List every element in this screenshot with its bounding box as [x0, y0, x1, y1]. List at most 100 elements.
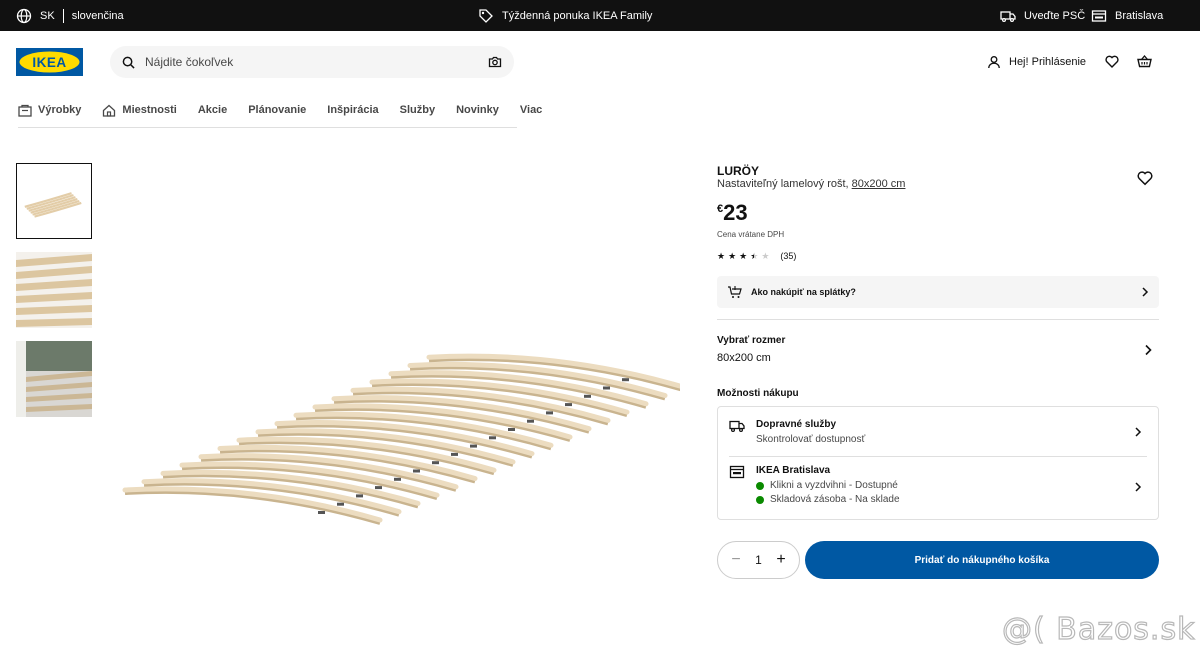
quantity-stepper: − 1 + — [717, 541, 800, 579]
nav-item-inspiracia[interactable]: Inšpirácia — [327, 100, 378, 120]
cart-basket-icon[interactable] — [1137, 55, 1152, 68]
nav-item-novinky[interactable]: Novinky — [456, 100, 499, 120]
add-to-cart-button[interactable]: Pridať do nákupného košíka — [805, 541, 1159, 579]
nav-item-planovanie[interactable]: Plánovanie — [248, 100, 306, 120]
nav-label: Akcie — [197, 104, 228, 116]
installment-text: Ako nakúpiť na splátky? — [751, 287, 856, 297]
rating-stars: ★ ★ ★ ★ ★ — [717, 250, 770, 261]
slat-holder — [375, 486, 382, 490]
search-input[interactable]: Nájdite čokoľvek — [145, 55, 488, 69]
slat-holder — [394, 477, 401, 481]
slat-holder — [546, 411, 553, 415]
tag-icon — [479, 8, 493, 23]
slat-holder — [356, 494, 363, 498]
bazos-watermark: @( Bazos.sk — [1001, 611, 1196, 647]
price-value: 23 — [723, 200, 748, 225]
slat-holder — [413, 469, 420, 473]
slat-holder — [470, 444, 477, 448]
nav-item-miestnosti[interactable]: Miestnosti — [102, 100, 177, 120]
available-dot — [756, 481, 764, 490]
product-price: € 23 — [717, 200, 748, 226]
nav-label: Miestnosti — [122, 104, 177, 116]
stock-text: Skladová zásoba - Na sklade — [770, 494, 900, 505]
family-promo-link[interactable]: Týždenná ponuka IKEA Family — [478, 0, 652, 31]
purchase-options-box: Dopravné služby Skontrolovať dostupnosť … — [717, 406, 1159, 520]
top-bar: SK slovenčina Týždenná ponuka IKEA Famil… — [0, 0, 1200, 31]
search-icon — [122, 56, 135, 69]
add-to-cart-label: Pridať do nákupného košíka — [914, 554, 1050, 566]
camera-icon[interactable] — [488, 55, 502, 69]
size-chevron-right-icon[interactable] — [1143, 344, 1153, 356]
slat-holder — [565, 403, 572, 407]
quantity-decrease-button[interactable]: − — [728, 552, 744, 568]
product-main-image[interactable] — [110, 345, 680, 545]
main-nav: Výrobky Miestnosti Akcie Plánovanie Inšp… — [18, 100, 542, 128]
slat-holder — [432, 461, 439, 465]
promo-text: Týždenná ponuka IKEA Family — [502, 9, 653, 22]
postcode-button[interactable]: Uveďte PSČ — [1000, 0, 1085, 31]
in-stock-dot — [756, 495, 764, 504]
slat-holder — [584, 394, 591, 398]
user-icon — [988, 56, 1000, 69]
store-option-title: IKEA Bratislava — [756, 465, 831, 476]
nav-label: Novinky — [456, 104, 499, 116]
thumbnail-1-selected[interactable] — [16, 163, 92, 239]
nav-item-vyrobky[interactable]: Výrobky — [18, 100, 81, 120]
nav-label: Služby — [399, 104, 436, 116]
logo-text: IKEA — [32, 55, 66, 70]
product-favorite-heart-icon[interactable] — [1137, 170, 1153, 186]
nav-item-sluzby[interactable]: Služby — [400, 100, 435, 120]
login-text: Hej! Prihlásenie — [1009, 56, 1087, 68]
product-name: LURÖY — [717, 164, 759, 178]
size-title: Vybrať rozmer — [717, 335, 786, 346]
slat-holder — [527, 419, 534, 423]
language-selector[interactable]: SK slovenčina — [16, 0, 124, 31]
star-icon: ★ — [717, 250, 726, 261]
product-size-link[interactable]: 80x200 cm — [852, 178, 906, 190]
installment-banner[interactable]: Ako nakúpiť na splátky? — [717, 276, 1159, 308]
truck-icon — [1000, 10, 1016, 22]
quantity-increase-button[interactable]: + — [773, 552, 789, 568]
nav-label: Viac — [519, 104, 543, 116]
product-description: Nastaviteľný lamelový rošt, 80x200 cm — [717, 178, 905, 190]
chevron-right-icon — [1135, 482, 1142, 492]
delivery-subtitle: Skontrolovať dostupnosť — [756, 434, 866, 445]
ikea-logo[interactable]: IKEA — [16, 48, 83, 76]
bed-frame-thumbnail — [16, 341, 92, 417]
search-bar[interactable]: Nájdite čokoľvek — [110, 46, 514, 78]
installment-cart-icon — [728, 286, 742, 298]
nav-label: Plánovanie — [248, 104, 307, 116]
store-selector[interactable]: Bratislava — [1091, 0, 1163, 31]
click-collect-text: Klikni a vyzdvihni - Dostupné — [770, 480, 898, 491]
slat-holder — [489, 436, 496, 440]
nav-label: Inšpirácia — [327, 104, 379, 116]
delivery-title: Dopravné služby — [756, 419, 837, 430]
login-button[interactable]: Hej! Prihlásenie — [987, 52, 1086, 72]
vat-note: Cena vrátane DPH — [717, 230, 785, 239]
star-icon: ★ — [739, 250, 748, 261]
store-icon — [1091, 9, 1107, 22]
rating[interactable]: ★ ★ ★ ★ ★ (35) — [717, 251, 796, 261]
delivery-option[interactable]: Dopravné služby Skontrolovať dostupnosť — [718, 407, 1158, 456]
chevron-right-icon — [1142, 287, 1149, 297]
thumbnail-2[interactable] — [16, 252, 92, 328]
nav-item-akcie[interactable]: Akcie — [198, 100, 227, 120]
slat-holder — [337, 502, 344, 506]
product-type: Nastaviteľný lamelový rošt, — [717, 178, 852, 190]
delivery-truck-icon — [729, 420, 745, 433]
postcode-text: Uveďte PSČ — [1024, 9, 1086, 22]
home-icon — [103, 104, 116, 117]
nav-item-viac[interactable]: Viac — [520, 100, 542, 120]
chevron-right-icon — [1135, 427, 1142, 437]
review-count: (35) — [780, 251, 797, 261]
quantity-value[interactable]: 1 — [755, 553, 762, 567]
star-icon: ★ — [750, 250, 759, 261]
slat-closeup-thumbnail — [16, 252, 92, 328]
store-option[interactable]: IKEA Bratislava Klikni a vyzdvihni - Dos… — [718, 457, 1158, 519]
language-divider — [62, 8, 64, 23]
star-icon: ★ — [761, 250, 770, 261]
wishlist-heart-icon[interactable] — [1105, 55, 1119, 68]
slat-holder — [603, 386, 610, 390]
thumbnail-3[interactable] — [16, 341, 92, 417]
slat-holder — [508, 428, 515, 431]
